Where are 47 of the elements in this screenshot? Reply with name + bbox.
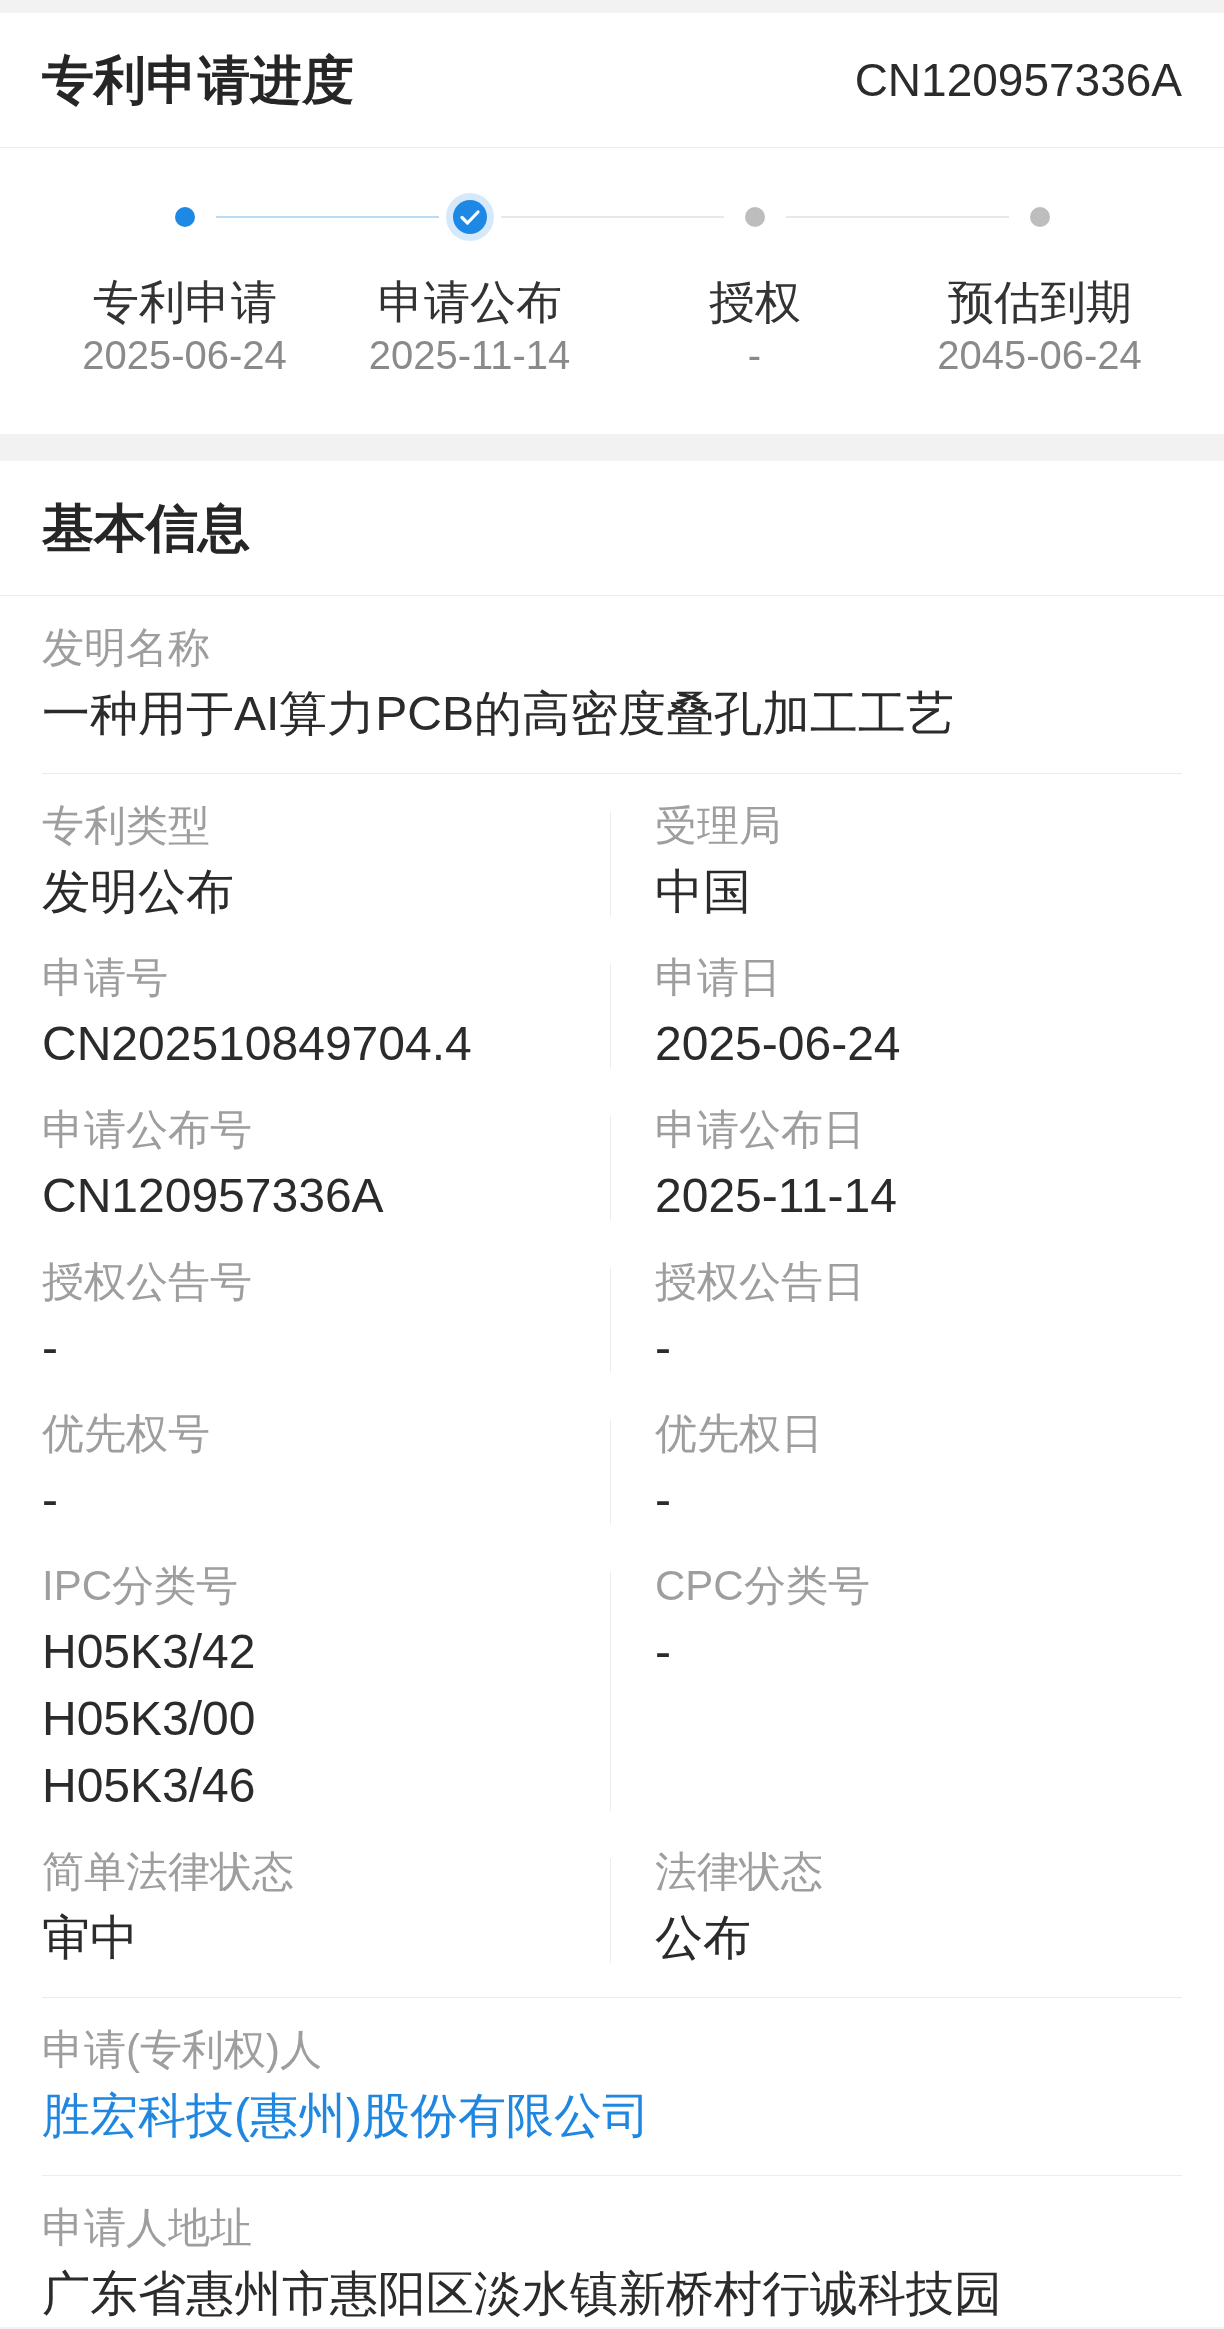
field-value: H05K3/00 bbox=[42, 1691, 256, 1747]
step-date: - bbox=[747, 332, 762, 378]
field-value: 广东省惠州市惠阳区淡水镇新桥村行诚科技园 bbox=[42, 2266, 1002, 2322]
field-label: 申请日 bbox=[655, 953, 781, 1003]
field-label: 专利类型 bbox=[42, 801, 210, 851]
field-value: - bbox=[655, 1320, 671, 1376]
field-label: 授权公告日 bbox=[655, 1257, 865, 1307]
card-title: 专利申请进度 bbox=[42, 50, 354, 111]
field-label: 申请公布日 bbox=[655, 1105, 865, 1155]
field-value: CN120957336A bbox=[42, 1168, 384, 1224]
patent-number: CN120957336A bbox=[854, 53, 1182, 108]
field-value: 一种用于AI算力PCB的高密度叠孔加工工艺 bbox=[42, 686, 955, 742]
step-label: 授权 bbox=[708, 275, 801, 330]
field-value: 审中 bbox=[42, 1910, 138, 1966]
card-title: 基本信息 bbox=[42, 498, 250, 559]
field-value: H05K3/46 bbox=[42, 1758, 256, 1814]
field-label: 发明名称 bbox=[42, 623, 210, 673]
field-label: 申请号 bbox=[42, 953, 168, 1003]
step-label: 专利申请 bbox=[92, 275, 277, 330]
field-value: 中国 bbox=[655, 864, 751, 920]
field-label: 申请(专利权)人 bbox=[42, 2025, 322, 2075]
field-label: 优先权号 bbox=[42, 1409, 210, 1459]
field-label: 申请人地址 bbox=[42, 2203, 252, 2253]
field-label: 法律状态 bbox=[655, 1847, 823, 1897]
field-label: IPC分类号 bbox=[42, 1561, 238, 1611]
field-label: 优先权日 bbox=[655, 1409, 823, 1459]
field-value: - bbox=[655, 1624, 671, 1680]
field-value: 公布 bbox=[655, 1910, 751, 1966]
step-date: 2045-06-24 bbox=[937, 332, 1142, 378]
field-label: 简单法律状态 bbox=[42, 1847, 294, 1897]
field-value: - bbox=[42, 1472, 58, 1528]
field-value: 2025-06-24 bbox=[655, 1016, 901, 1072]
step-label: 预估到期 bbox=[947, 275, 1132, 330]
field-label: 授权公告号 bbox=[42, 1257, 252, 1307]
field-label: CPC分类号 bbox=[655, 1561, 870, 1611]
step-label: 申请公布 bbox=[377, 275, 562, 330]
field-value: 发明公布 bbox=[42, 864, 234, 920]
field-value: CN202510849704.4 bbox=[42, 1016, 472, 1072]
field-value: - bbox=[42, 1320, 58, 1376]
field-value: - bbox=[655, 1472, 671, 1528]
field-label: 申请公布号 bbox=[42, 1105, 252, 1155]
step-date: 2025-06-24 bbox=[82, 332, 287, 378]
field-value: H05K3/42 bbox=[42, 1624, 256, 1680]
field-value: 2025-11-14 bbox=[655, 1168, 897, 1224]
field-label: 受理局 bbox=[655, 801, 781, 851]
step-date: 2025-11-14 bbox=[368, 332, 571, 378]
applicant-link[interactable]: 胜宏科技(惠州)股份有限公司 bbox=[42, 2082, 650, 2149]
